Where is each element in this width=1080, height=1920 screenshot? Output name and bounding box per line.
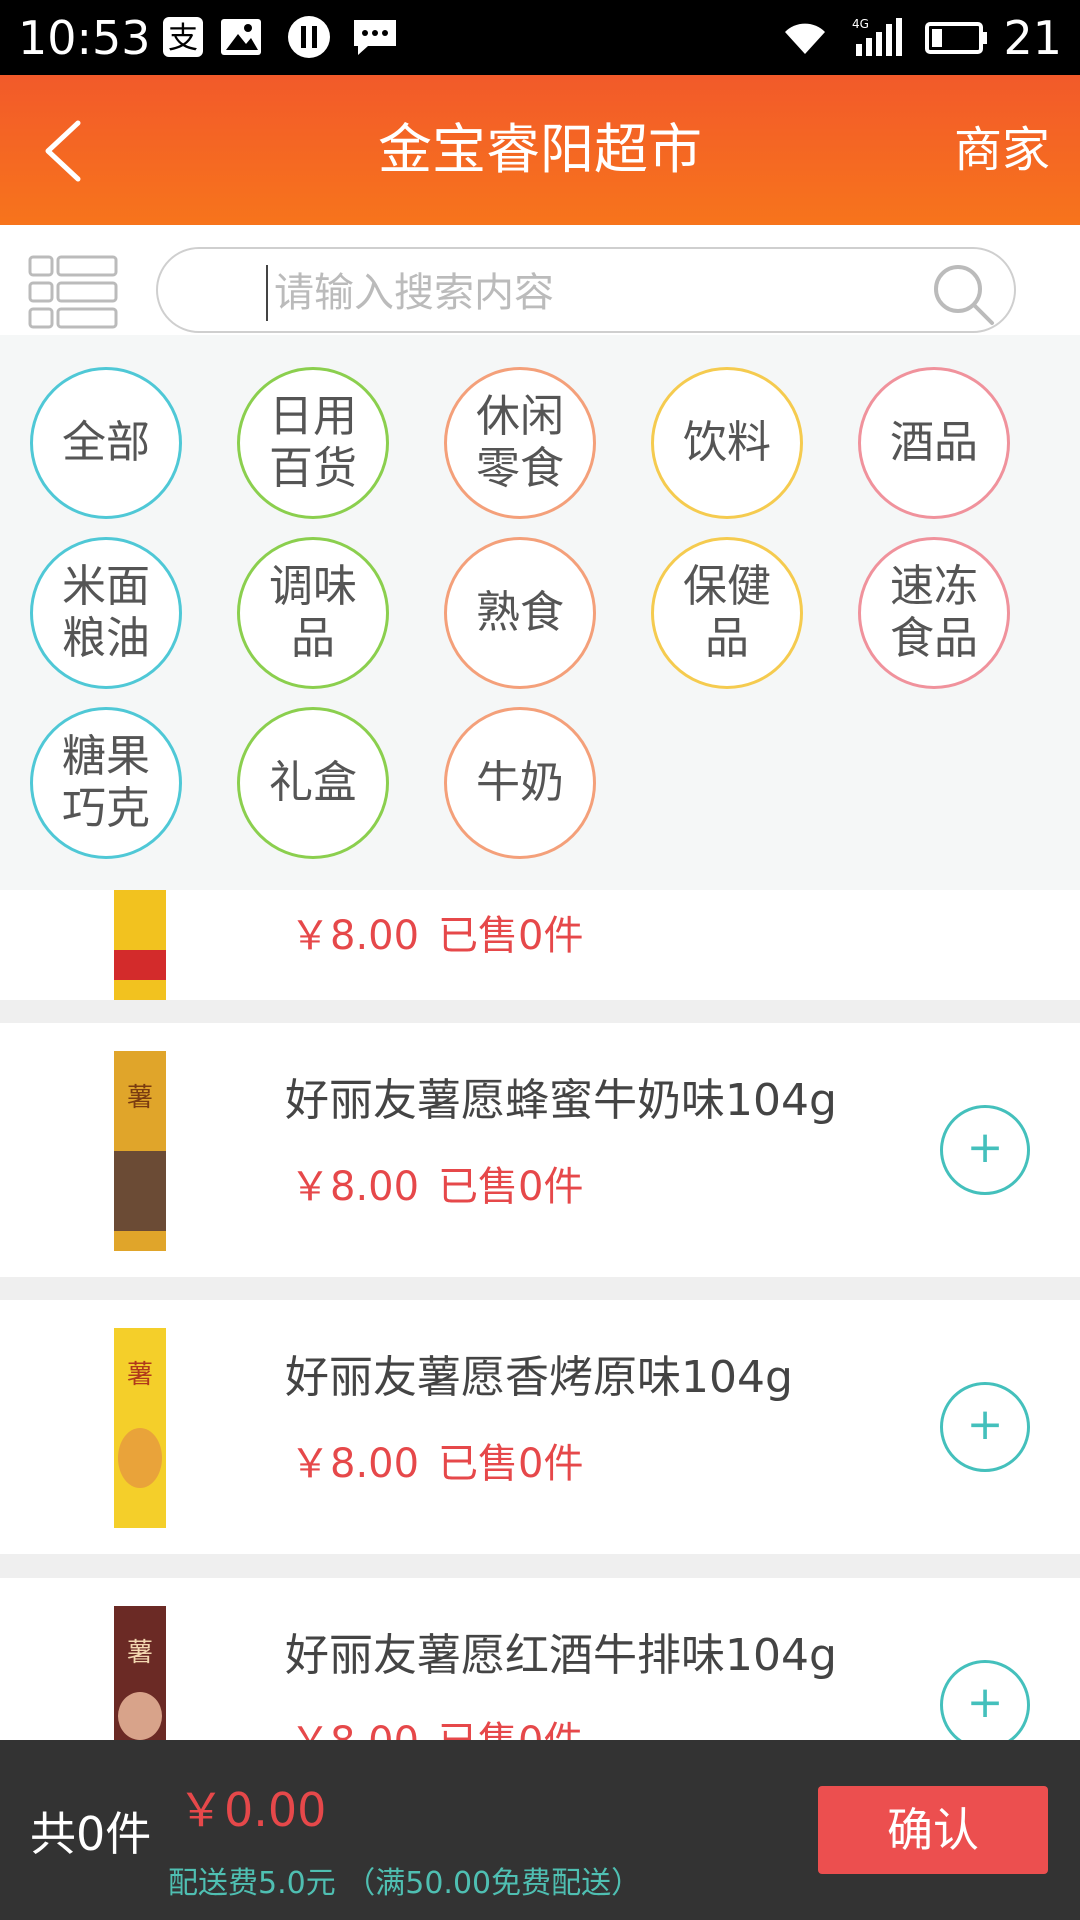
product-name: 好丽友薯愿香烤原味104g <box>285 1352 793 1403</box>
status-time: 10:53 <box>18 11 151 65</box>
category-label: 牛奶 <box>476 757 564 808</box>
merchant-button[interactable]: 商家 <box>954 117 1050 183</box>
cart-total: ￥0.00 <box>178 1783 327 1837</box>
signal-4g-icon: 4G <box>852 17 902 56</box>
category-label: 日用百货 <box>269 391 357 494</box>
product-sold-count: 已售0件 <box>438 913 584 959</box>
category-label: 保健品 <box>683 561 771 664</box>
svg-text:薯: 薯 <box>127 1638 153 1668</box>
product-sold-count: 已售0件 <box>438 1441 584 1487</box>
wifi-icon <box>785 23 825 54</box>
category-label: 全部 <box>62 417 150 468</box>
product-list: ￥8.00 已售0件 + 薯 好丽友薯愿蜂蜜牛奶味104g ￥8.00 已售0件… <box>0 890 1080 1740</box>
category-label: 调味品 <box>269 561 357 664</box>
category-panel: 全部 日用百货 休闲零食 饮料 酒品米面粮油 调味品 熟食 保健品 速冻食品糖果巧克 礼盒 牛奶 <box>0 335 1080 890</box>
product-sold-count: 已售0件 <box>438 1714 583 1740</box>
app-header: 金宝睿阳超市 商家 <box>0 75 1080 225</box>
message-icon <box>354 20 396 55</box>
battery-icon <box>925 22 987 54</box>
list-item[interactable]: 薯 好丽友薯愿香烤原味104g ￥8.00 已售0件 + <box>0 1300 1080 1554</box>
cart-bar: 共0件 ￥0.00 配送费5.0元 （满50.00免费配送） 确认 <box>0 1740 1080 1920</box>
add-to-cart-button[interactable]: + <box>940 1382 1030 1472</box>
list-item[interactable]: 薯 好丽友薯愿红酒牛排味104g ￥8.00 已售0件 + <box>0 1578 1080 1740</box>
search-input[interactable] <box>266 265 876 321</box>
product-image <box>114 890 166 1000</box>
category-label: 饮料 <box>683 417 771 468</box>
list-view-icon[interactable] <box>28 255 118 329</box>
product-price: ￥8.00 <box>290 913 420 959</box>
search-bar <box>0 225 1080 335</box>
list-item[interactable]: 薯 好丽友薯愿蜂蜜牛奶味104g ￥8.00 已售0件 + <box>0 1023 1080 1277</box>
category-item[interactable]: 调味品 <box>237 537 389 689</box>
svg-text:支: 支 <box>168 21 198 56</box>
category-label: 糖果巧克 <box>62 731 150 834</box>
category-label: 酒品 <box>890 417 978 468</box>
status-bar: 10:53 支 4G 21 <box>0 0 1080 75</box>
product-sold-count: 已售0件 <box>438 1164 584 1210</box>
add-to-cart-button[interactable]: + <box>940 1105 1030 1195</box>
gallery-icon <box>221 19 261 55</box>
category-label: 礼盒 <box>269 757 357 808</box>
category-item[interactable]: 全部 <box>30 367 182 519</box>
page-title: 金宝睿阳超市 <box>378 118 702 181</box>
category-item[interactable]: 礼盒 <box>237 707 389 859</box>
category-item[interactable]: 米面粮油 <box>30 537 182 689</box>
category-label: 熟食 <box>476 587 564 638</box>
category-item[interactable]: 饮料 <box>651 367 803 519</box>
category-item[interactable]: 速冻食品 <box>858 537 1010 689</box>
add-to-cart-button[interactable]: + <box>940 1660 1030 1740</box>
delivery-fee-note: 配送费5.0元 （满50.00免费配送） <box>168 1866 642 1901</box>
svg-text:薯: 薯 <box>127 1360 153 1390</box>
category-item[interactable]: 牛奶 <box>444 707 596 859</box>
product-price: ￥8.00 <box>290 1714 419 1740</box>
pause-icon <box>288 16 330 58</box>
category-label: 休闲零食 <box>476 391 564 494</box>
cart-count: 共0件 <box>30 1807 152 1861</box>
svg-text:薯: 薯 <box>127 1083 153 1113</box>
category-item[interactable]: 日用百货 <box>237 367 389 519</box>
product-price: ￥8.00 <box>290 1441 420 1487</box>
category-item[interactable]: 糖果巧克 <box>30 707 182 859</box>
category-item[interactable]: 保健品 <box>651 537 803 689</box>
confirm-button[interactable]: 确认 <box>818 1786 1048 1874</box>
search-box <box>156 247 1016 333</box>
product-image: 薯 <box>114 1606 166 1740</box>
category-item[interactable]: 休闲零食 <box>444 367 596 519</box>
product-name: 好丽友薯愿蜂蜜牛奶味104g <box>285 1075 837 1126</box>
product-image: 薯 <box>114 1051 166 1251</box>
category-item[interactable]: 熟食 <box>444 537 596 689</box>
category-item[interactable]: 酒品 <box>858 367 1010 519</box>
alipay-icon: 支 <box>163 17 203 57</box>
category-label: 米面粮油 <box>62 561 150 664</box>
search-icon[interactable] <box>928 259 998 329</box>
product-price: ￥8.00 <box>290 1164 420 1210</box>
product-image: 薯 <box>114 1328 166 1528</box>
list-item[interactable]: ￥8.00 已售0件 + <box>0 890 1080 1000</box>
product-name: 好丽友薯愿红酒牛排味104g <box>285 1630 837 1681</box>
svg-text:4G: 4G <box>852 17 869 31</box>
category-label: 速冻食品 <box>890 561 978 664</box>
battery-level: 21 <box>1003 11 1062 65</box>
